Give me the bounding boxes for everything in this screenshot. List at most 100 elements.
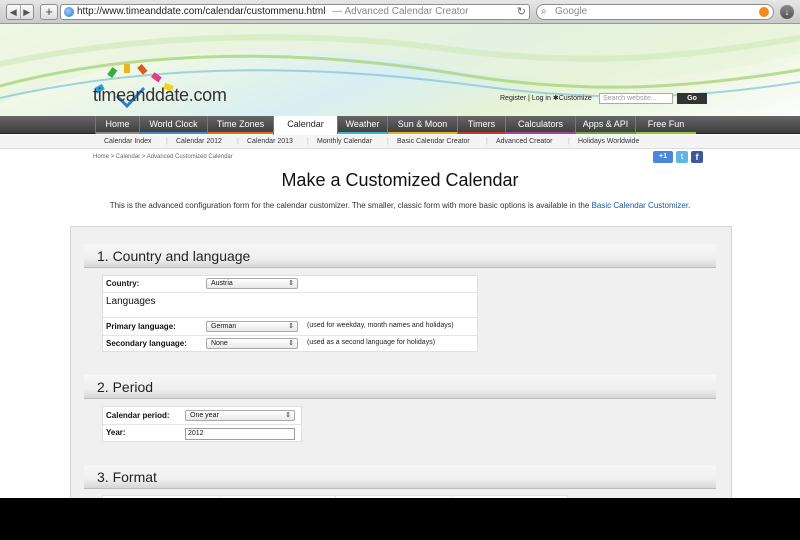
- web-page: timeanddate.com Register | Log in ✱Custo…: [0, 24, 800, 498]
- secondary-language-label: Secondary language:: [106, 339, 187, 348]
- nav-label: Sun & Moon: [397, 119, 448, 129]
- secondary-language-select[interactable]: None ⇕: [206, 338, 298, 349]
- site-search-go-button[interactable]: Go: [677, 93, 707, 104]
- select-arrow-icon: ⇕: [288, 340, 294, 347]
- select-arrow-icon: ⇕: [285, 412, 291, 419]
- nav-label: Time Zones: [216, 119, 265, 129]
- select-arrow-icon: ⇕: [288, 323, 294, 330]
- intro-text: This is the advanced configuration form …: [109, 201, 590, 210]
- globe-icon: [64, 7, 74, 17]
- site-search-input[interactable]: Search website...: [599, 93, 673, 104]
- primary-language-note: (used for weekday, month names and holid…: [307, 322, 454, 329]
- nav-weather[interactable]: Weather: [337, 116, 387, 134]
- nav-color-bar: [506, 132, 575, 134]
- rss-icon[interactable]: [759, 7, 769, 17]
- calendar-period-select[interactable]: One year ⇕: [185, 410, 295, 421]
- year-label: Year:: [106, 428, 126, 437]
- nav-color-bar: [576, 132, 635, 134]
- twitter-icon[interactable]: t: [676, 151, 688, 163]
- nav-world-clock[interactable]: World Clock: [139, 116, 207, 134]
- subnav-separator: |: [307, 138, 309, 145]
- section-title: 3. Format: [97, 469, 157, 485]
- subnav-holidays-worldwide[interactable]: Holidays Worldwide: [578, 135, 639, 149]
- nav-timers[interactable]: Timers: [457, 116, 505, 134]
- customize-link[interactable]: Customize: [559, 95, 592, 102]
- subnav-calendar-2013[interactable]: Calendar 2013: [247, 135, 293, 149]
- nav-color-bar: [208, 132, 273, 134]
- forward-button[interactable]: ▶: [21, 5, 34, 19]
- browser-window: { "browser": { "url": "http://www.timean…: [0, 0, 800, 540]
- nav-calculators[interactable]: Calculators: [505, 116, 575, 134]
- subnav-advanced-creator[interactable]: Advanced Creator: [496, 135, 552, 149]
- section-header-format: 3. Format: [84, 465, 716, 489]
- subnav-monthly-calendar[interactable]: Monthly Calendar: [317, 135, 372, 149]
- country-language-table: Country: Austria ⇕ Languages Primary lan…: [102, 275, 478, 352]
- subnav-separator: |: [166, 138, 168, 145]
- subnav-calendar-index[interactable]: Calendar Index: [104, 135, 151, 149]
- back-button[interactable]: ◀: [7, 5, 21, 19]
- window-bottom-area: [0, 498, 800, 540]
- url-text: http://www.timeanddate.com/calendar/cust…: [77, 6, 326, 17]
- user-links: Register | Log in ✱Customize: [500, 94, 592, 102]
- subnav-separator: |: [387, 138, 389, 145]
- browser-search-field[interactable]: ⌕ Google: [536, 4, 774, 20]
- page-title-in-urlbar: — Advanced Calendar Creator: [332, 6, 469, 17]
- nav-color-bar: [458, 132, 505, 134]
- country-select[interactable]: Austria ⇕: [206, 278, 298, 289]
- intro-end: .: [688, 201, 691, 210]
- breadcrumb: Home > Calendar > Advanced Customized Ca…: [93, 154, 233, 160]
- nav-label: Weather: [345, 119, 380, 129]
- subnav-separator: |: [568, 138, 570, 145]
- section-header-country-language: 1. Country and language: [84, 244, 716, 268]
- nav-free-fun[interactable]: Free Fun: [635, 116, 696, 134]
- nav-color-bar: [140, 132, 207, 134]
- nav-sun-moon[interactable]: Sun & Moon: [387, 116, 457, 134]
- facebook-icon[interactable]: f: [691, 151, 703, 163]
- google-plus-button[interactable]: +1: [653, 151, 673, 163]
- nav-calendar[interactable]: Calendar: [273, 116, 337, 135]
- primary-language-select[interactable]: German ⇕: [206, 321, 298, 332]
- nav-apps-api[interactable]: Apps & API: [575, 116, 635, 134]
- section-title: 2. Period: [97, 379, 154, 395]
- browser-search-placeholder: Google: [555, 6, 588, 17]
- nav-color-bar: [388, 132, 457, 134]
- basic-customizer-link[interactable]: Basic Calendar Customizer: [592, 201, 688, 210]
- reload-icon[interactable]: ↻: [517, 5, 526, 19]
- nav-label: Home: [105, 119, 130, 129]
- period-table: Calendar period: One year ⇕ Year: 2012: [102, 406, 302, 442]
- nav-color-bar: [96, 132, 139, 134]
- calendar-period-label: Calendar period:: [106, 411, 170, 420]
- subnav-calendar-2012[interactable]: Calendar 2012: [176, 135, 222, 149]
- subnav-basic-calendar-creator[interactable]: Basic Calendar Creator: [397, 135, 470, 149]
- nav-label: Timers: [467, 119, 496, 129]
- sub-navigation: Calendar Index Calendar 2012 | Calendar 201…: [0, 135, 800, 149]
- back-forward-buttons: ◀ ▶: [6, 4, 34, 20]
- page-title: Make a Customized Calendar: [281, 170, 519, 190]
- year-input[interactable]: 2012: [185, 428, 295, 440]
- downloads-icon[interactable]: ↓: [780, 5, 794, 19]
- add-bookmark-button[interactable]: +: [40, 4, 58, 20]
- nav-label: Free Fun: [647, 119, 685, 129]
- nav-color-bar: [338, 132, 387, 134]
- intro-paragraph: This is the advanced configuration form …: [0, 201, 800, 210]
- secondary-language-note: (used as a second language for holidays): [307, 339, 436, 346]
- register-link[interactable]: Register: [500, 95, 526, 102]
- subnav-separator: |: [237, 138, 239, 145]
- section-header-period: 2. Period: [84, 375, 716, 399]
- country-label: Country:: [106, 279, 140, 288]
- nav-time-zones[interactable]: Time Zones: [207, 116, 273, 134]
- search-icon: ⌕: [541, 6, 547, 17]
- nav-label: World Clock: [149, 119, 198, 129]
- login-link[interactable]: Log in: [532, 95, 551, 102]
- site-header-banner: timeanddate.com Register | Log in ✱Custo…: [0, 24, 800, 116]
- nav-home[interactable]: Home: [95, 116, 139, 134]
- site-logo-text[interactable]: timeanddate.com: [93, 85, 227, 106]
- browser-toolbar: ◀ ▶ + http://www.timeanddate.com/calenda…: [0, 0, 800, 24]
- address-bar[interactable]: http://www.timeanddate.com/calendar/cust…: [60, 4, 530, 20]
- languages-subheading: Languages: [106, 296, 156, 307]
- nav-color-bar: [636, 132, 696, 134]
- link-separator: |: [528, 95, 530, 102]
- main-navigation: Home World Clock Time Zones Calendar Weather…: [0, 116, 800, 135]
- subnav-separator: |: [486, 138, 488, 145]
- nav-label: Apps & API: [582, 119, 629, 129]
